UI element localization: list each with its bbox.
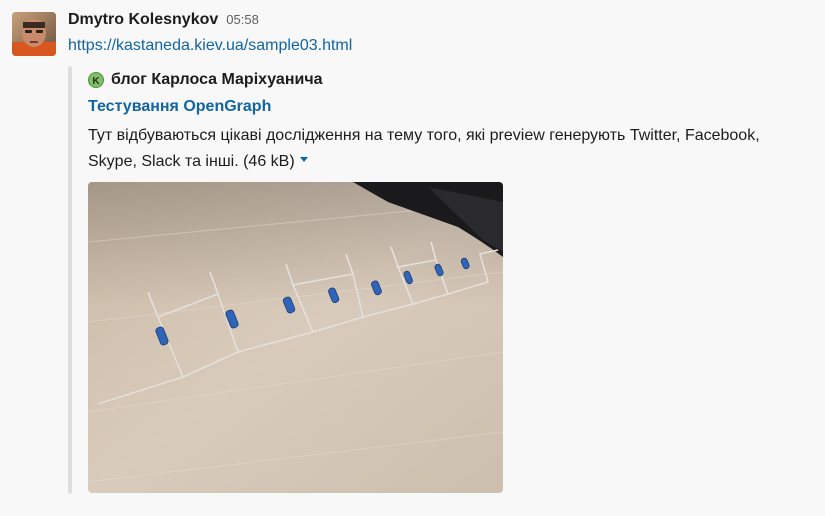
- message-header: Dmytro Kolesnykov 05:58: [68, 11, 259, 33]
- sender-name[interactable]: Dmytro Kolesnykov: [68, 11, 218, 29]
- attachment-description: Тут відбуваються цікаві дослідження на т…: [88, 127, 760, 170]
- collapse-caret-icon[interactable]: [299, 157, 308, 163]
- attachment-title[interactable]: Тестування OpenGraph: [88, 98, 271, 116]
- service-name: блог Карлоса Маріхуанича: [111, 71, 323, 88]
- preview-image[interactable]: [88, 182, 503, 493]
- blog-logo-icon: K: [88, 72, 104, 88]
- message-link[interactable]: https://kastaneda.kiev.ua/sample03.html: [68, 37, 352, 55]
- resistors-photo-icon: [88, 182, 503, 493]
- attachment-text: Тут відбуваються цікаві дослідження на т…: [88, 123, 804, 175]
- blog-logo-letter: K: [92, 76, 100, 87]
- message: Dmytro Kolesnykov 05:58 https://kastaned…: [0, 0, 825, 516]
- link-unfurl: K блог Карлоса Маріхуанича Тестування Op…: [68, 66, 808, 494]
- avatar[interactable]: [12, 12, 56, 56]
- attachment-bar: [68, 66, 72, 494]
- service-header: K блог Карлоса Маріхуанича: [88, 70, 323, 90]
- timestamp[interactable]: 05:58: [226, 12, 259, 27]
